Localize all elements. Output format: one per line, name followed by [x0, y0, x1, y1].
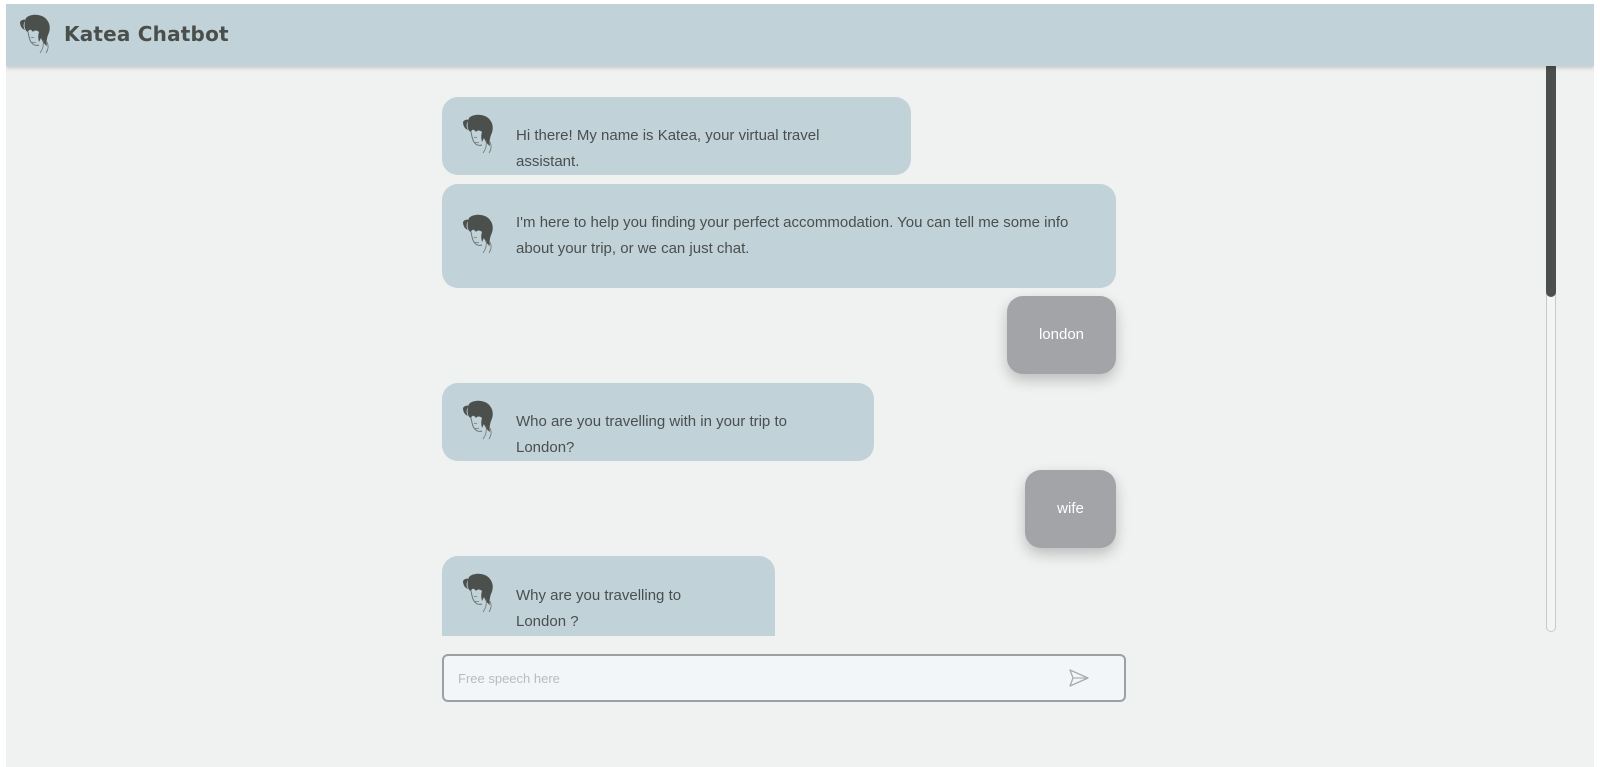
woman-profile-icon: [16, 14, 54, 54]
bot-message-text: I'm here to help you finding your perfec…: [516, 214, 1069, 257]
bot-message: Hi there! My name is Katea, your virtual…: [442, 97, 911, 175]
bot-message: I'm here to help you finding your perfec…: [442, 184, 1116, 288]
chat-app: Katea Chatbot Hi there! My name is Katea…: [6, 4, 1594, 767]
user-message: wife: [1025, 470, 1116, 548]
bot-avatar-icon: [460, 114, 496, 154]
user-message-text: london: [1038, 326, 1085, 343]
bot-message-text: Hi there! My name is Katea, your virtual…: [516, 127, 820, 170]
app-header: Katea Chatbot: [6, 4, 1594, 66]
bot-message: Who are you travelling with in your trip…: [442, 383, 874, 461]
bot-message: Why are you travelling to London ?: [442, 556, 775, 636]
send-arrow-icon[interactable]: [1068, 668, 1090, 688]
bot-avatar-icon: [460, 573, 496, 613]
message-composer: [442, 654, 1126, 702]
bot-avatar-icon: [460, 214, 496, 254]
bot-avatar-icon: [460, 400, 496, 440]
message-input[interactable]: [458, 666, 1038, 690]
bot-message-text: Why are you travelling to London ?: [516, 587, 682, 630]
user-message-text: wife: [1057, 500, 1084, 517]
app-title: Katea Chatbot: [64, 22, 229, 46]
user-message: london: [1007, 296, 1116, 374]
chat-scrollbar-thumb[interactable]: [1546, 62, 1556, 297]
bot-message-text: Who are you travelling with in your trip…: [516, 413, 787, 456]
message-list[interactable]: Hi there! My name is Katea, your virtual…: [6, 66, 1581, 636]
